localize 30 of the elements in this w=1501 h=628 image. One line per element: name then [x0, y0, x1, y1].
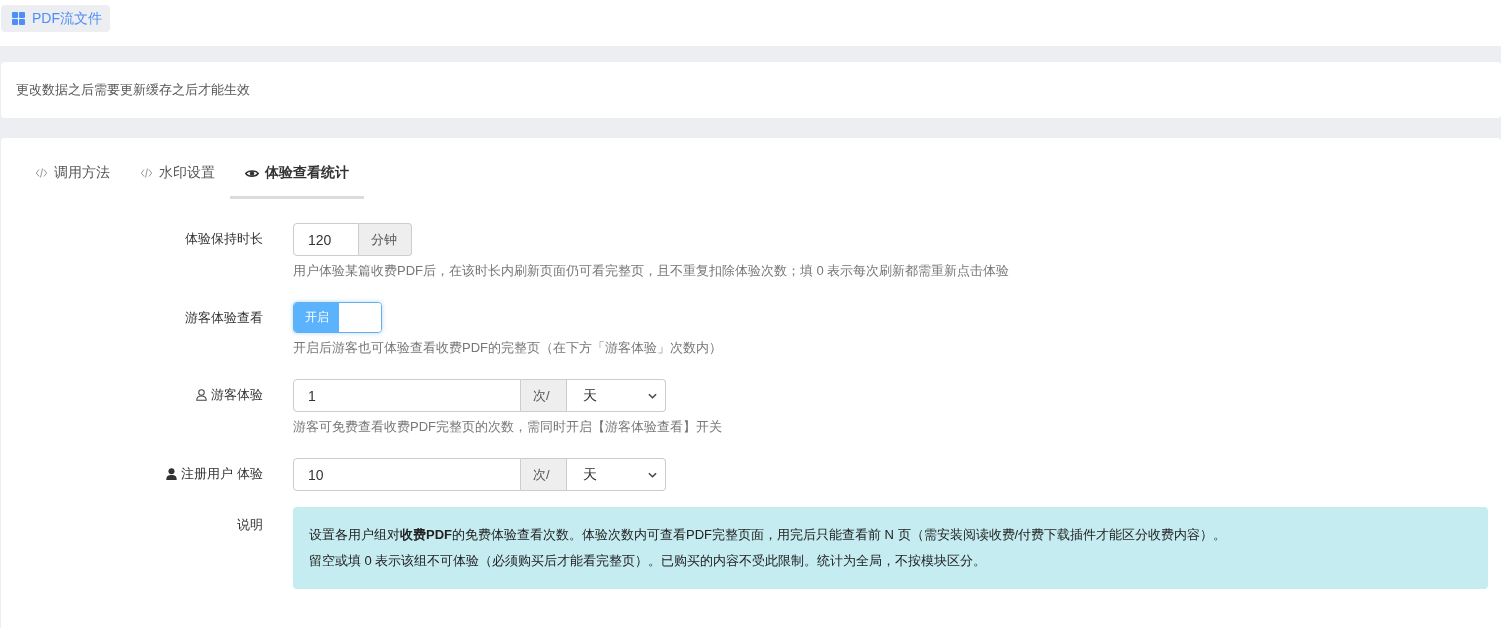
- chevron-icon: [648, 392, 657, 399]
- help-text: 开启后游客也可体验查看收费PDF的完整页（在下方「游客体验」次数内）: [293, 339, 722, 357]
- select-field[interactable]: 天: [567, 379, 666, 412]
- field-label: 体验保持时长: [185, 230, 263, 248]
- grid-icon: [12, 12, 25, 25]
- user-outline-icon: [196, 389, 207, 401]
- field-label: 注册用户 体验: [181, 465, 263, 483]
- field-label: 说明: [237, 516, 263, 534]
- tab[interactable]: 水印设置: [125, 151, 230, 199]
- tab[interactable]: 调用方法: [20, 151, 125, 199]
- code-icon: [35, 168, 48, 178]
- help-text: 用户体验某篇收费PDF后，在该时长内刷新页面仍可看完整页，且不重复扣除体验次数；填 0 表示每次刷新都需重新点击体验: [293, 262, 1010, 280]
- user-icon: [166, 468, 178, 480]
- input-field[interactable]: 120: [293, 223, 359, 256]
- input-field[interactable]: 10: [293, 458, 521, 491]
- eye-icon: [245, 168, 259, 178]
- unit-label: 分钟: [359, 223, 412, 256]
- unit-label: 次/: [521, 458, 567, 491]
- unit-label: 次/: [521, 379, 567, 412]
- notice-text: 更改数据之后需要更新缓存之后才能生效: [16, 81, 250, 99]
- input-field[interactable]: 1: [293, 379, 521, 412]
- chevron-icon: [648, 471, 657, 478]
- select-field[interactable]: 天: [567, 458, 666, 491]
- code-icon: [140, 168, 153, 178]
- note-text: 设置各用户组对收费PDF的免费体验查看次数。体验次数内可查看PDF完整页面，用完后只能查看前 N 页（需安装阅读收费/付费下载插件才能区分收费内容）。: [309, 526, 1228, 544]
- help-text: 游客可免费查看收费PDF完整页的次数，需同时开启【游客体验查看】开关: [293, 418, 722, 436]
- note-text: 留空或填 0 表示该组不可体验（必须购买后才能看完整页）。已购买的内容不受此限制。统计为全局，不按模块区分。: [309, 552, 988, 570]
- field-label: 游客体验查看: [185, 309, 263, 327]
- field-label: 游客体验: [211, 386, 263, 404]
- tab[interactable]: 体验查看统计: [230, 151, 364, 199]
